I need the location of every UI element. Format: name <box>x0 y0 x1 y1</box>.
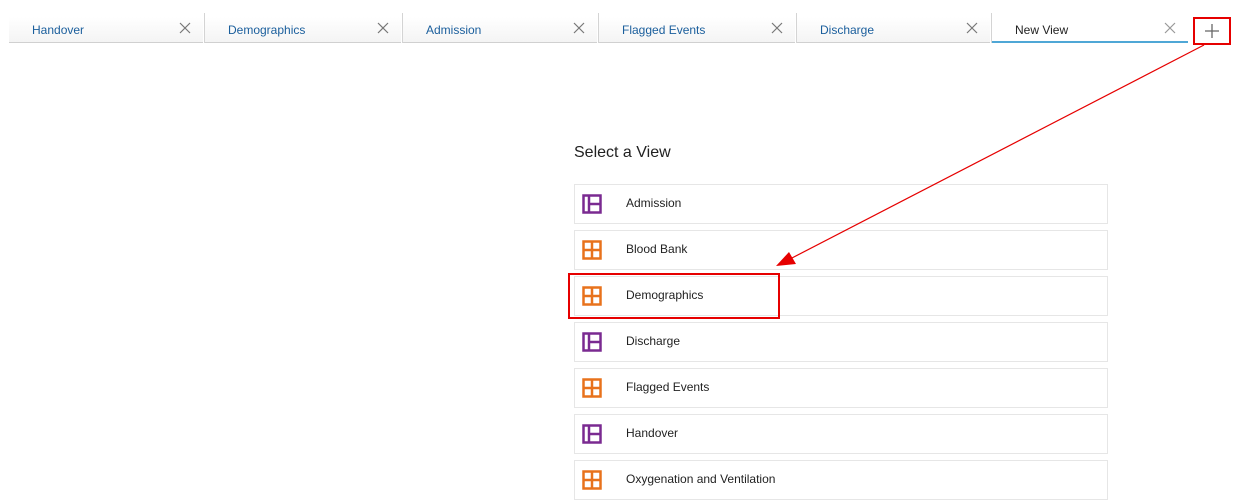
view-item-label: Blood Bank <box>626 242 688 256</box>
layout-grid-icon <box>582 470 602 490</box>
close-icon[interactable] <box>966 22 978 34</box>
view-item-label: Flagged Events <box>626 380 710 394</box>
tab-label: New View <box>1015 23 1069 37</box>
tab-label: Admission <box>426 23 482 37</box>
tab-bar: Handover Demographics Admission Flagged … <box>0 0 1248 62</box>
layout-sidebar-icon <box>582 424 602 444</box>
close-icon[interactable] <box>771 22 783 34</box>
view-item-admission[interactable]: Admission <box>574 184 1108 224</box>
tab-flagged-events[interactable]: Flagged Events <box>599 17 795 43</box>
panel-title: Select a View <box>574 144 671 161</box>
layout-grid-icon <box>582 286 602 306</box>
layout-sidebar-icon <box>582 332 602 352</box>
close-icon[interactable] <box>1164 22 1176 34</box>
close-icon[interactable] <box>377 22 389 34</box>
close-icon[interactable] <box>179 22 191 34</box>
view-item-flagged-events[interactable]: Flagged Events <box>574 368 1108 408</box>
tab-new-view[interactable]: New View <box>992 17 1188 43</box>
tab-discharge[interactable]: Discharge <box>797 17 990 43</box>
view-item-blood-bank[interactable]: Blood Bank <box>574 230 1108 270</box>
view-item-label: Handover <box>626 426 679 440</box>
tab-label: Discharge <box>820 23 875 37</box>
view-item-handover[interactable]: Handover <box>574 414 1108 454</box>
view-item-oxygenation-and-ventilation[interactable]: Oxygenation and Ventilation <box>574 460 1108 500</box>
tab-label: Flagged Events <box>622 23 706 37</box>
layout-grid-icon <box>582 378 602 398</box>
view-item-discharge[interactable]: Discharge <box>574 322 1108 362</box>
layout-sidebar-icon <box>582 194 602 214</box>
close-icon[interactable] <box>573 22 585 34</box>
view-item-demographics[interactable]: Demographics <box>574 276 1108 316</box>
tab-demographics[interactable]: Demographics <box>205 17 401 43</box>
tab-label: Handover <box>32 23 85 37</box>
view-item-label: Oxygenation and Ventilation <box>626 472 776 486</box>
layout-grid-icon <box>582 240 602 260</box>
view-item-label: Demographics <box>626 288 704 302</box>
tab-label: Demographics <box>228 23 306 37</box>
tab-admission[interactable]: Admission <box>403 17 597 43</box>
add-tab-button[interactable] <box>1193 17 1231 45</box>
tab-handover[interactable]: Handover <box>9 17 203 43</box>
view-item-label: Discharge <box>626 334 681 348</box>
view-item-label: Admission <box>626 196 682 210</box>
plus-icon <box>1205 24 1219 38</box>
